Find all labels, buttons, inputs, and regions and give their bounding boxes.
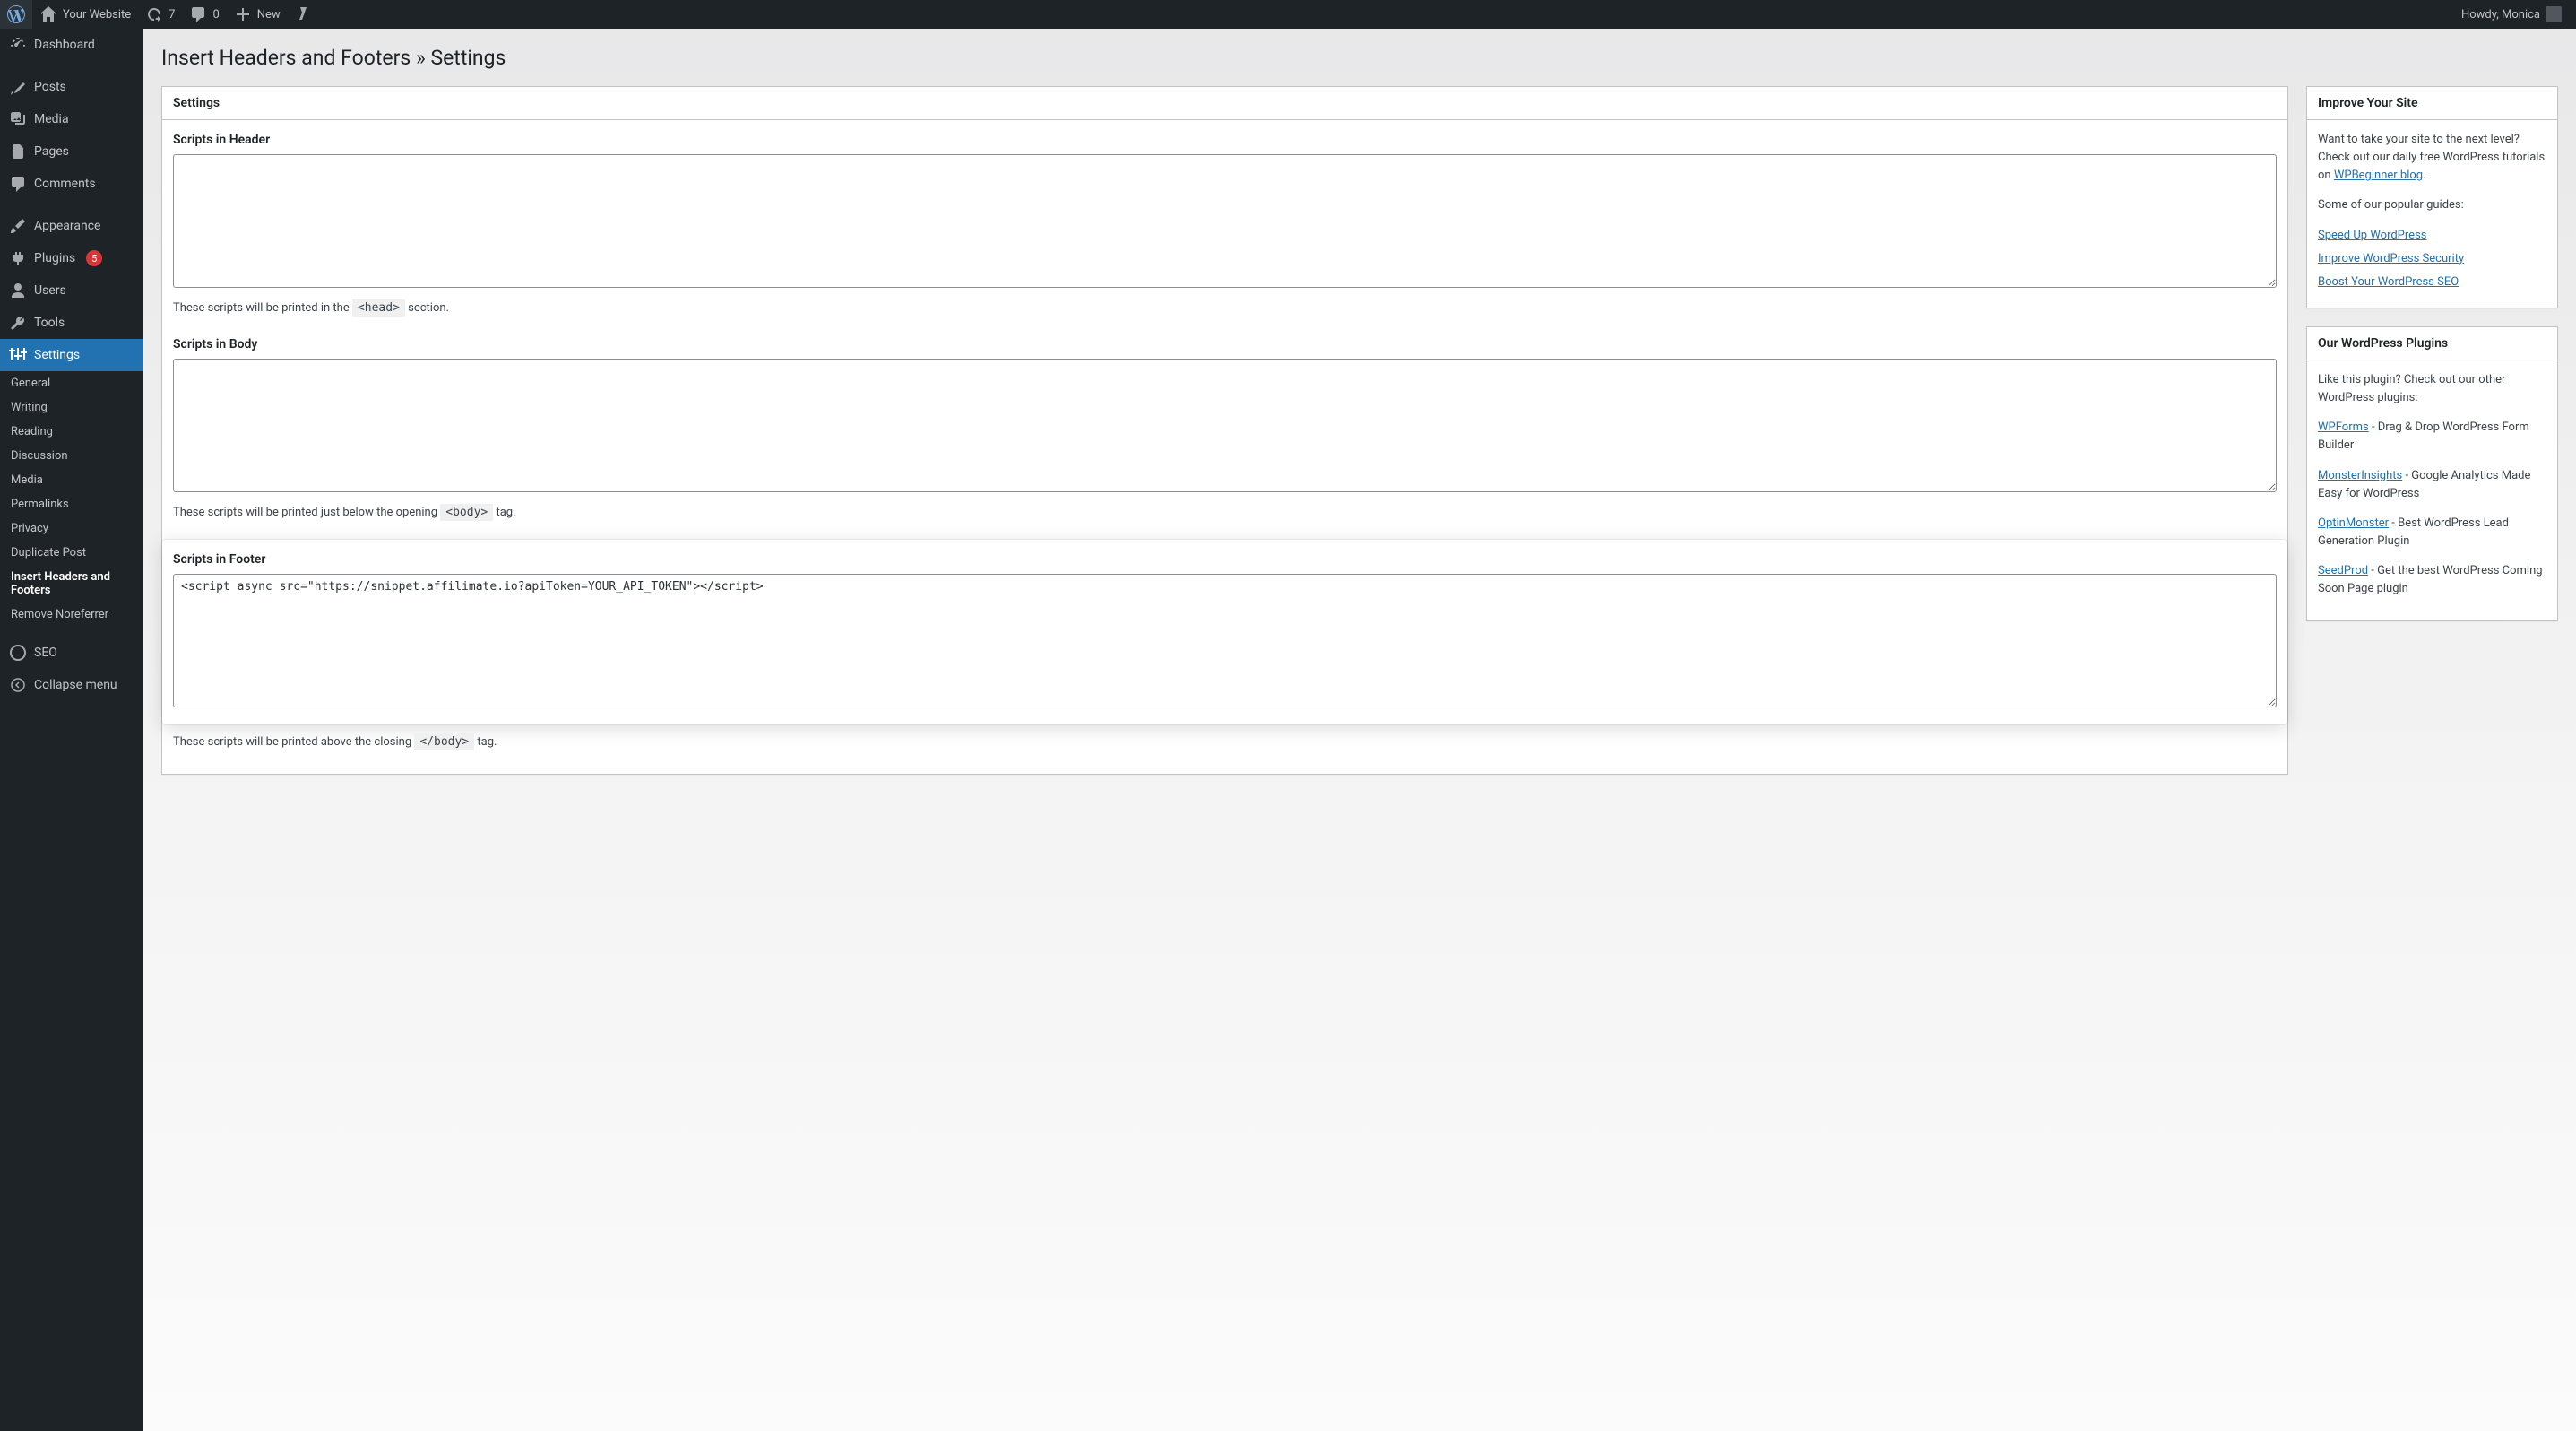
sub-privacy[interactable]: Privacy bbox=[0, 516, 143, 541]
header-textarea[interactable] bbox=[173, 154, 2277, 288]
media-icon bbox=[9, 110, 27, 128]
improve-heading: Improve Your Site bbox=[2318, 96, 2546, 110]
sub-writing[interactable]: Writing bbox=[0, 395, 143, 420]
admin-menu: Dashboard Posts Media Pages Comments App… bbox=[0, 29, 143, 1431]
seo-icon bbox=[9, 644, 27, 662]
seedprod-link[interactable]: SeedProd bbox=[2318, 564, 2368, 577]
pin-icon bbox=[9, 78, 27, 96]
menu-pages[interactable]: Pages bbox=[0, 135, 143, 168]
menu-dashboard[interactable]: Dashboard bbox=[0, 29, 143, 61]
update-icon bbox=[145, 5, 163, 23]
menu-seo[interactable]: SEO bbox=[0, 637, 143, 669]
header-label: Scripts in Header bbox=[173, 131, 2277, 151]
content-area: Insert Headers and Footers » Settings Se… bbox=[143, 29, 2576, 1431]
new-content[interactable]: New bbox=[227, 0, 288, 29]
admin-bar: Your Website 7 0 New Howdy, Monica bbox=[0, 0, 2576, 29]
settings-box: Settings Scripts in Header These scripts… bbox=[161, 86, 2288, 775]
sub-noreferrer[interactable]: Remove Noreferrer bbox=[0, 603, 143, 627]
improve-text: Want to take your site to the next level… bbox=[2318, 131, 2546, 185]
menu-media[interactable]: Media bbox=[0, 103, 143, 135]
site-name: Your Website bbox=[63, 8, 131, 22]
menu-appearance[interactable]: Appearance bbox=[0, 210, 143, 242]
menu-posts[interactable]: Posts bbox=[0, 71, 143, 103]
howdy-text: Howdy, Monica bbox=[2461, 8, 2540, 22]
wpbeginner-link[interactable]: WPBeginner blog bbox=[2334, 169, 2423, 182]
improve-box: Improve Your Site Want to take your site… bbox=[2306, 86, 2558, 308]
menu-collapse[interactable]: Collapse menu bbox=[0, 669, 143, 701]
plugin-wpforms: WPForms - Drag & Drop WordPress Form Bui… bbox=[2318, 419, 2546, 455]
home-icon bbox=[39, 5, 57, 23]
footer-highlight: Scripts in Footer bbox=[162, 540, 2287, 724]
sub-general[interactable]: General bbox=[0, 371, 143, 395]
plugins-text: Like this plugin? Check out our other Wo… bbox=[2318, 371, 2546, 407]
plus-icon bbox=[234, 5, 252, 23]
new-label: New bbox=[257, 8, 281, 22]
plugin-seedprod: SeedProd - Get the best WordPress Coming… bbox=[2318, 562, 2546, 598]
comments-icon bbox=[9, 175, 27, 193]
plugins-box: Our WordPress Plugins Like this plugin? … bbox=[2306, 326, 2558, 621]
sub-media[interactable]: Media bbox=[0, 468, 143, 492]
optin-link[interactable]: OptinMonster bbox=[2318, 516, 2389, 530]
collapse-icon bbox=[9, 676, 27, 694]
wrench-icon bbox=[9, 314, 27, 332]
body-textarea[interactable] bbox=[173, 359, 2277, 492]
wp-logo[interactable] bbox=[0, 0, 32, 29]
menu-tools[interactable]: Tools bbox=[0, 307, 143, 339]
updates[interactable]: 7 bbox=[138, 0, 182, 29]
sub-duplicate[interactable]: Duplicate Post bbox=[0, 541, 143, 565]
body-desc: These scripts will be printed just below… bbox=[173, 504, 2277, 522]
wpforms-link[interactable]: WPForms bbox=[2318, 421, 2369, 434]
page-title: Insert Headers and Footers » Settings bbox=[161, 38, 2558, 86]
yoast-indicator[interactable] bbox=[288, 0, 320, 29]
comments-bubble[interactable]: 0 bbox=[182, 0, 226, 29]
dashboard-icon bbox=[9, 36, 27, 54]
plug-icon bbox=[9, 249, 27, 267]
site-home[interactable]: Your Website bbox=[32, 0, 138, 29]
updates-count: 7 bbox=[169, 8, 175, 22]
sub-permalinks[interactable]: Permalinks bbox=[0, 492, 143, 516]
guide-security[interactable]: Improve WordPress Security bbox=[2318, 252, 2464, 265]
plugin-monster: MonsterInsights - Google Analytics Made … bbox=[2318, 467, 2546, 503]
menu-comments[interactable]: Comments bbox=[0, 168, 143, 200]
plugin-optin: OptinMonster - Best WordPress Lead Gener… bbox=[2318, 515, 2546, 551]
guides-text: Some of our popular guides: bbox=[2318, 196, 2546, 214]
guide-seo[interactable]: Boost Your WordPress SEO bbox=[2318, 275, 2459, 289]
header-field: Scripts in Header These scripts will be … bbox=[173, 131, 2277, 317]
body-field: Scripts in Body These scripts will be pr… bbox=[173, 335, 2277, 522]
footer-label: Scripts in Footer bbox=[173, 551, 2277, 570]
yoast-icon bbox=[295, 5, 313, 23]
wordpress-icon bbox=[7, 5, 25, 23]
plugins-heading: Our WordPress Plugins bbox=[2318, 336, 2546, 351]
plugins-badge: 5 bbox=[86, 250, 102, 266]
settings-submenu: General Writing Reading Discussion Media… bbox=[0, 371, 143, 627]
menu-users[interactable]: Users bbox=[0, 274, 143, 307]
sliders-icon bbox=[9, 346, 27, 364]
menu-plugins[interactable]: Plugins5 bbox=[0, 242, 143, 274]
sub-discussion[interactable]: Discussion bbox=[0, 444, 143, 468]
footer-textarea[interactable] bbox=[173, 574, 2277, 707]
monster-link[interactable]: MonsterInsights bbox=[2318, 469, 2402, 482]
my-account[interactable]: Howdy, Monica bbox=[2454, 0, 2569, 29]
sub-reading[interactable]: Reading bbox=[0, 420, 143, 444]
menu-settings[interactable]: Settings bbox=[0, 339, 143, 371]
sub-ihaf[interactable]: Insert Headers and Footers bbox=[0, 565, 143, 603]
brush-icon bbox=[9, 217, 27, 235]
page-icon bbox=[9, 143, 27, 160]
header-desc: These scripts will be printed in the <he… bbox=[173, 299, 2277, 317]
comment-icon bbox=[189, 5, 207, 23]
body-label: Scripts in Body bbox=[173, 335, 2277, 355]
user-icon bbox=[9, 282, 27, 299]
footer-desc: These scripts will be printed above the … bbox=[173, 733, 2277, 751]
avatar-icon bbox=[2546, 6, 2562, 22]
comment-count: 0 bbox=[212, 8, 219, 22]
footer-field: Scripts in Footer bbox=[173, 551, 2277, 714]
settings-heading: Settings bbox=[173, 96, 2277, 110]
guide-speed[interactable]: Speed Up WordPress bbox=[2318, 229, 2426, 242]
